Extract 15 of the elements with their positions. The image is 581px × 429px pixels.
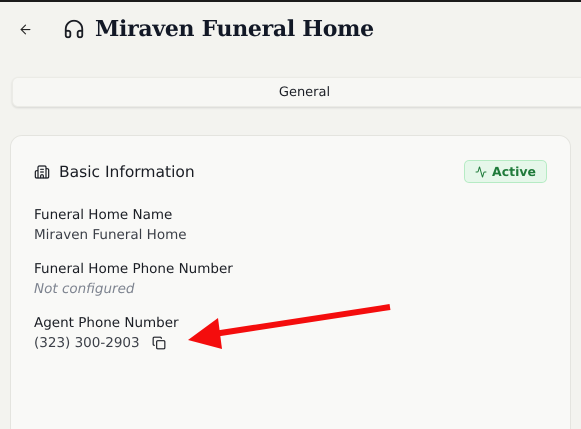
back-button[interactable] [18, 22, 33, 36]
field-value: (323) 300-2903 [34, 335, 140, 351]
field-value: Not configured [34, 281, 134, 297]
field-label: Agent Phone Number [34, 315, 180, 331]
status-badge: Active [464, 160, 547, 183]
tab[interactable]: General [13, 78, 581, 106]
page-title: Miraven Funeral Home [95, 16, 374, 42]
building-icon [34, 164, 50, 180]
headphones-icon [63, 18, 85, 40]
field-label: Funeral Home Phone Number [34, 261, 234, 277]
card-title: Basic Information [59, 162, 195, 180]
activity-icon [475, 166, 488, 178]
field-label: Funeral Home Name [34, 207, 174, 223]
copy-button[interactable] [152, 336, 166, 350]
field-value: Miraven Funeral Home [34, 227, 187, 243]
